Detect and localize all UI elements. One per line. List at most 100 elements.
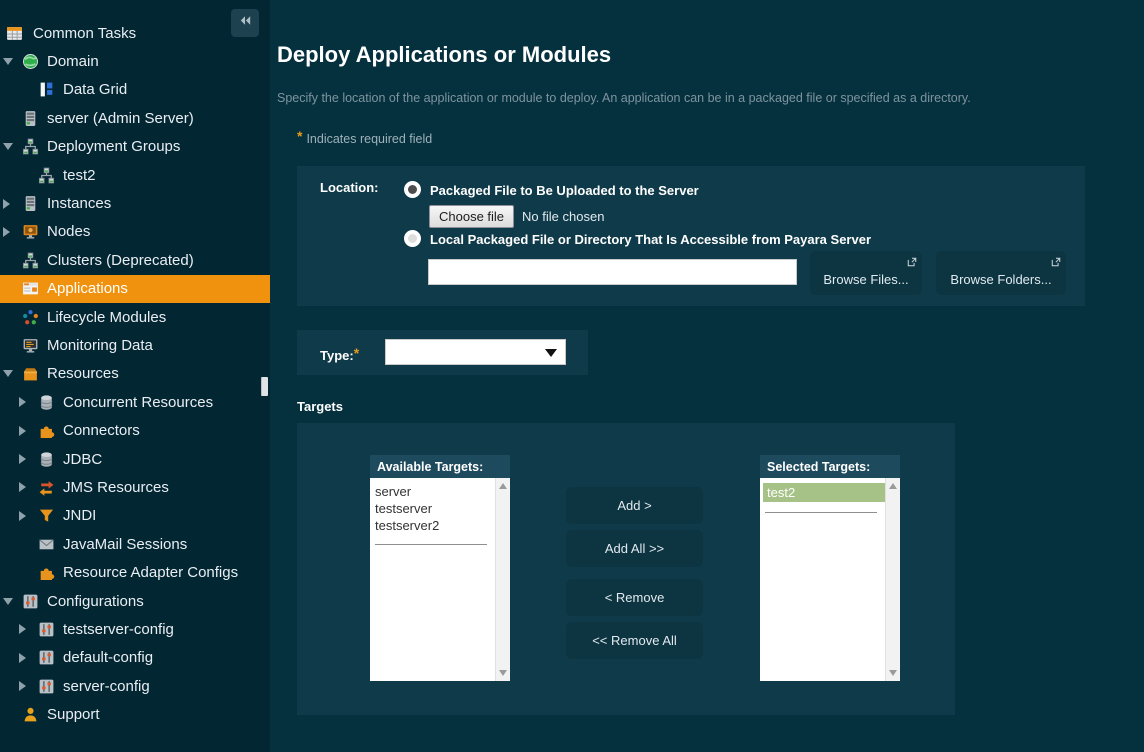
target-option-testserver[interactable]: testserver <box>370 500 495 517</box>
sidebar-item-nodes[interactable]: Nodes <box>0 218 270 246</box>
sidebar-item-default-config[interactable]: default-config <box>0 644 270 672</box>
sidebar-tree: Common TasksDomainData Gridserver (Admin… <box>0 19 270 729</box>
sidebar-item-test2[interactable]: test2 <box>0 161 270 189</box>
browse-files-button[interactable]: Browse Files... <box>810 251 922 295</box>
selected-targets-header: Selected Targets: <box>760 455 900 478</box>
sidebar-item-javamail-sessions[interactable]: JavaMail Sessions <box>0 530 270 558</box>
type-dropdown[interactable] <box>385 339 566 365</box>
sidebar-item-configurations[interactable]: Configurations <box>0 587 270 615</box>
available-targets-scrollbar[interactable] <box>495 478 510 681</box>
sidebar-item-label: Monitoring Data <box>47 337 153 354</box>
double-left-arrow-icon <box>238 13 253 33</box>
targets-heading: Targets <box>297 399 343 414</box>
collapse-tree-arrow-icon[interactable] <box>3 370 22 377</box>
expand-tree-arrow-icon[interactable] <box>19 511 38 521</box>
expand-tree-arrow-icon[interactable] <box>19 454 38 464</box>
expand-tree-arrow-icon[interactable] <box>19 397 38 407</box>
location-label: Location: <box>320 180 379 195</box>
list-separator <box>765 512 877 513</box>
available-targets-listbox[interactable]: servertestservertestserver2 <box>370 478 510 681</box>
collapse-tree-arrow-icon[interactable] <box>3 58 22 65</box>
add-all-button[interactable]: Add All >> <box>566 530 703 567</box>
scroll-up-arrow-icon[interactable] <box>499 483 507 489</box>
sidebar-item-concurrent-resources[interactable]: Concurrent Resources <box>0 388 270 416</box>
sidebar-item-label: test2 <box>63 167 96 184</box>
sidebar-item-monitoring-data[interactable]: Monitoring Data <box>0 331 270 359</box>
sidebar-item-connectors[interactable]: Connectors <box>0 416 270 444</box>
location-panel: Location: Packaged File to Be Uploaded t… <box>297 166 1085 306</box>
sidebar-item-server-admin-server[interactable]: server (Admin Server) <box>0 104 270 132</box>
remove-button[interactable]: < Remove <box>566 579 703 616</box>
expand-tree-arrow-icon[interactable] <box>19 426 38 436</box>
local-path-input[interactable] <box>428 259 797 285</box>
mail-envelope-icon <box>38 536 55 553</box>
upload-file-radio-label: Packaged File to Be Uploaded to the Serv… <box>430 183 699 198</box>
upload-file-radio[interactable] <box>404 181 421 198</box>
sidebar-item-label: Applications <box>47 280 128 297</box>
expand-tree-arrow-icon[interactable] <box>19 653 38 663</box>
connector-puzzle-icon <box>38 422 55 439</box>
sidebar-item-resource-adapter-configs[interactable]: Resource Adapter Configs <box>0 558 270 586</box>
sidebar-item-testserver-config[interactable]: testserver-config <box>0 615 270 643</box>
choose-file-button[interactable]: Choose file <box>429 205 514 228</box>
sidebar-collapse-button[interactable] <box>231 9 259 37</box>
sidebar-item-label: Lifecycle Modules <box>47 309 166 326</box>
scroll-down-arrow-icon[interactable] <box>889 670 897 676</box>
sidebar-item-common-tasks[interactable]: Common Tasks <box>0 19 270 47</box>
sidebar-item-jms-resources[interactable]: JMS Resources <box>0 473 270 501</box>
jndi-funnel-icon <box>38 507 55 524</box>
local-file-radio[interactable] <box>404 230 421 247</box>
sidebar-item-deployment-groups[interactable]: Deployment Groups <box>0 133 270 161</box>
config-sliders-icon <box>38 649 55 666</box>
sidebar-item-data-grid[interactable]: Data Grid <box>0 76 270 104</box>
browse-folders-button[interactable]: Browse Folders... <box>936 251 1066 295</box>
support-person-icon <box>22 706 39 723</box>
expand-tree-arrow-icon[interactable] <box>3 227 22 237</box>
target-option-test2[interactable]: test2 <box>763 483 885 502</box>
sidebar-item-label: Deployment Groups <box>47 138 180 155</box>
server-icon <box>22 195 39 212</box>
applications-icon <box>22 280 39 297</box>
selected-targets-listbox[interactable]: test2 <box>760 478 900 681</box>
required-asterisk: * <box>354 345 359 361</box>
expand-tree-arrow-icon[interactable] <box>19 681 38 691</box>
target-option-server[interactable]: server <box>370 483 495 500</box>
server-icon <box>22 110 39 127</box>
sidebar-item-label: Nodes <box>47 223 90 240</box>
sidebar-item-support[interactable]: Support <box>0 700 270 728</box>
sidebar-item-label: Resource Adapter Configs <box>63 564 238 581</box>
collapse-tree-arrow-icon[interactable] <box>3 598 22 605</box>
collapse-tree-arrow-icon[interactable] <box>3 143 22 150</box>
expand-tree-arrow-icon[interactable] <box>19 624 38 634</box>
sidebar-item-domain[interactable]: Domain <box>0 47 270 75</box>
sidebar-item-resources[interactable]: Resources <box>0 360 270 388</box>
target-option-testserver2[interactable]: testserver2 <box>370 517 495 534</box>
remove-all-button[interactable]: << Remove All <box>566 622 703 659</box>
sidebar-item-label: Connectors <box>63 422 140 439</box>
expand-tree-arrow-icon[interactable] <box>19 482 38 492</box>
expand-tree-arrow-icon[interactable] <box>3 199 22 209</box>
page-title: Deploy Applications or Modules <box>277 42 611 68</box>
selected-targets-scrollbar[interactable] <box>885 478 900 681</box>
sidebar-item-instances[interactable]: Instances <box>0 189 270 217</box>
sidebar-scrollbar-thumb[interactable] <box>261 377 268 396</box>
sidebar-item-lifecycle-modules[interactable]: Lifecycle Modules <box>0 303 270 331</box>
sidebar-item-label: Clusters (Deprecated) <box>47 252 194 269</box>
external-link-icon <box>1051 255 1061 265</box>
config-sliders-icon <box>38 678 55 695</box>
sidebar: Common TasksDomainData Gridserver (Admin… <box>0 0 270 752</box>
sidebar-item-label: JMS Resources <box>63 479 169 496</box>
page-description: Specify the location of the application … <box>277 91 971 105</box>
scroll-up-arrow-icon[interactable] <box>889 483 897 489</box>
monitoring-icon <box>22 337 39 354</box>
browse-folders-label: Browse Folders... <box>950 272 1051 287</box>
sidebar-item-jdbc[interactable]: JDBC <box>0 445 270 473</box>
sidebar-item-clusters-deprecated[interactable]: Clusters (Deprecated) <box>0 246 270 274</box>
local-file-radio-label: Local Packaged File or Directory That Is… <box>430 232 871 247</box>
scroll-down-arrow-icon[interactable] <box>499 670 507 676</box>
sidebar-item-server-config[interactable]: server-config <box>0 672 270 700</box>
add-button[interactable]: Add > <box>566 487 703 524</box>
sidebar-item-jndi[interactable]: JNDI <box>0 502 270 530</box>
sidebar-item-applications[interactable]: Applications <box>0 275 270 303</box>
external-link-icon <box>907 255 917 265</box>
